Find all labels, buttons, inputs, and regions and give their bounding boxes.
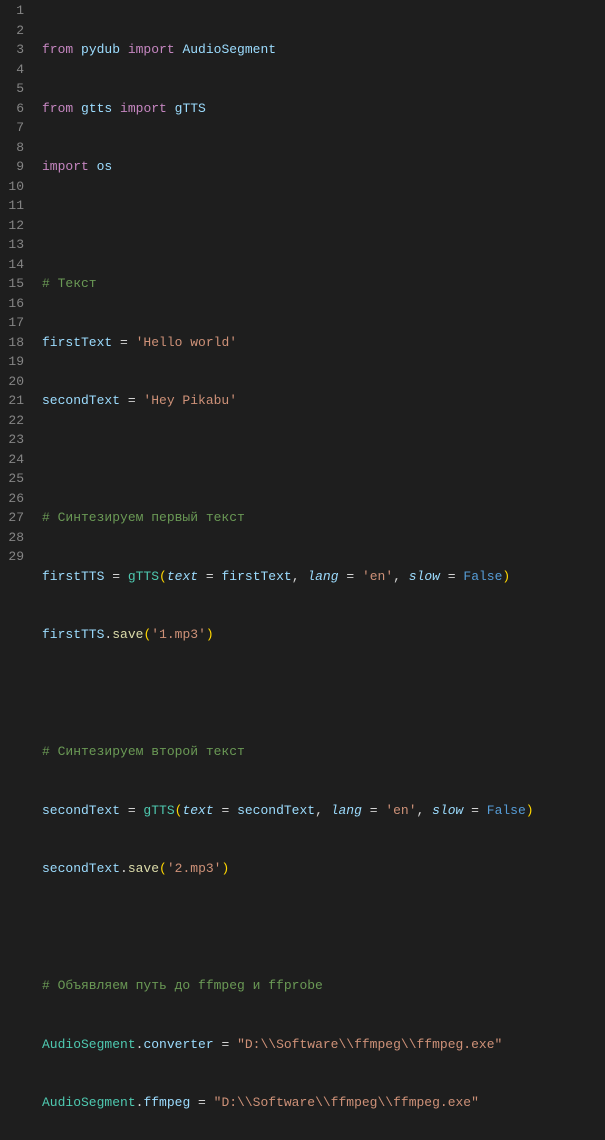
code-line[interactable]: AudioSegment.ffmpeg = "D:\\Software\\ffm… xyxy=(42,1093,605,1113)
code-line[interactable] xyxy=(42,684,605,704)
line-number: 2 xyxy=(6,21,24,41)
code-line[interactable]: secondText = gTTS(text = secondText, lan… xyxy=(42,801,605,821)
line-number: 13 xyxy=(6,235,24,255)
line-number: 11 xyxy=(6,196,24,216)
code-line[interactable]: firstTTS.save('1.mp3') xyxy=(42,625,605,645)
code-line[interactable]: from gtts import gTTS xyxy=(42,99,605,119)
code-area[interactable]: from pydub import AudioSegment from gtts… xyxy=(34,0,605,570)
line-number: 8 xyxy=(6,138,24,158)
line-number: 17 xyxy=(6,313,24,333)
line-number: 18 xyxy=(6,333,24,353)
line-number: 26 xyxy=(6,489,24,509)
code-line[interactable]: from pydub import AudioSegment xyxy=(42,40,605,60)
line-number: 16 xyxy=(6,294,24,314)
line-number: 15 xyxy=(6,274,24,294)
code-line[interactable] xyxy=(42,450,605,470)
line-number: 29 xyxy=(6,547,24,567)
code-editor[interactable]: 1 2 3 4 5 6 7 8 9 10 11 12 13 14 15 16 1… xyxy=(0,0,605,570)
line-number: 3 xyxy=(6,40,24,60)
code-line[interactable]: # Текст xyxy=(42,274,605,294)
line-number: 9 xyxy=(6,157,24,177)
code-line[interactable]: import os xyxy=(42,157,605,177)
line-number: 12 xyxy=(6,216,24,236)
code-line[interactable] xyxy=(42,918,605,938)
line-number: 22 xyxy=(6,411,24,431)
code-line[interactable]: firstTTS = gTTS(text = firstText, lang =… xyxy=(42,567,605,587)
line-number: 10 xyxy=(6,177,24,197)
code-line[interactable] xyxy=(42,216,605,236)
line-number: 6 xyxy=(6,99,24,119)
line-number: 25 xyxy=(6,469,24,489)
line-number: 21 xyxy=(6,391,24,411)
code-line[interactable]: secondText.save('2.mp3') xyxy=(42,859,605,879)
code-line[interactable]: firstText = 'Hello world' xyxy=(42,333,605,353)
line-number: 19 xyxy=(6,352,24,372)
code-line[interactable]: # Синтезируем первый текст xyxy=(42,508,605,528)
code-line[interactable]: AudioSegment.converter = "D:\\Software\\… xyxy=(42,1035,605,1055)
code-line[interactable]: secondText = 'Hey Pikabu' xyxy=(42,391,605,411)
line-number: 20 xyxy=(6,372,24,392)
code-line[interactable]: # Синтезируем второй текст xyxy=(42,742,605,762)
code-line[interactable]: # Объявляем путь до ffmpeg и ffprobe xyxy=(42,976,605,996)
line-number: 5 xyxy=(6,79,24,99)
line-number: 14 xyxy=(6,255,24,275)
line-number: 23 xyxy=(6,430,24,450)
line-number-gutter: 1 2 3 4 5 6 7 8 9 10 11 12 13 14 15 16 1… xyxy=(0,0,34,570)
line-number: 1 xyxy=(6,1,24,21)
line-number: 24 xyxy=(6,450,24,470)
line-number: 27 xyxy=(6,508,24,528)
line-number: 4 xyxy=(6,60,24,80)
line-number: 7 xyxy=(6,118,24,138)
line-number: 28 xyxy=(6,528,24,548)
